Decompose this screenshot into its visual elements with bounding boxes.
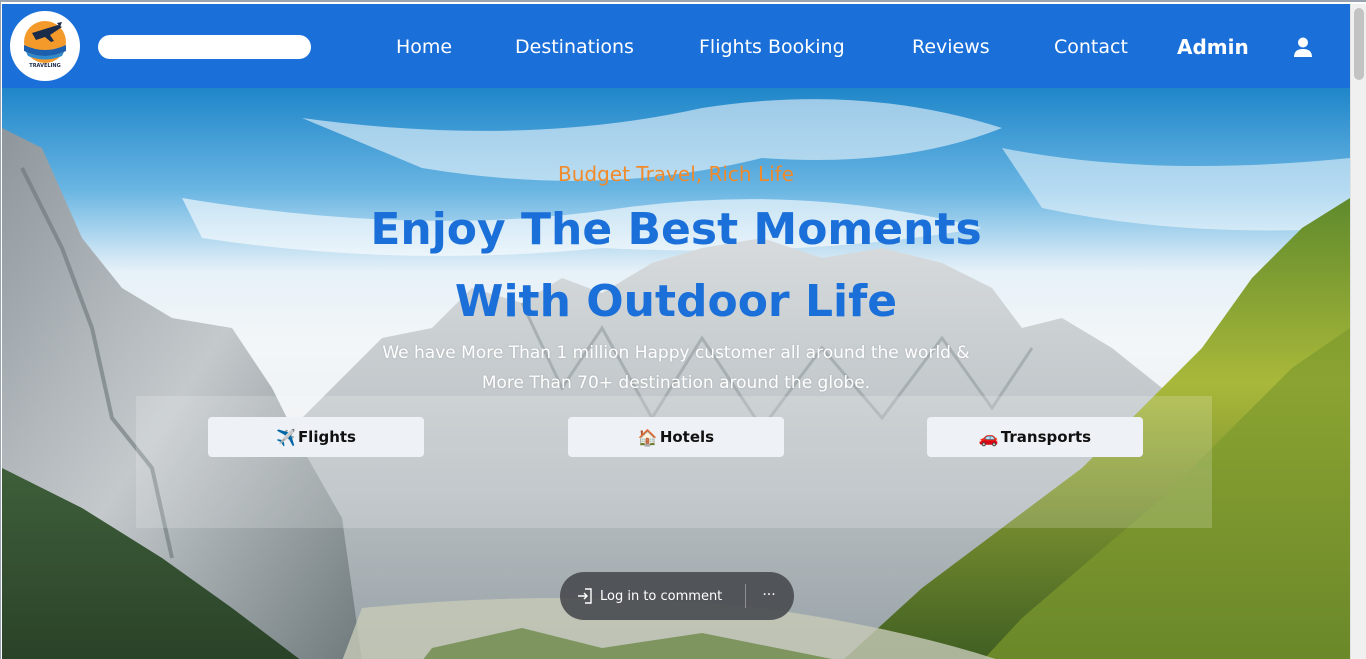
tab-flights-label: Flights (297, 428, 356, 446)
page-scrollbar[interactable] (1350, 4, 1366, 659)
nav-link-reviews[interactable]: Reviews (912, 35, 990, 59)
car-icon: 🚗 (978, 427, 999, 447)
tab-transports[interactable]: 🚗 Transports (927, 417, 1143, 457)
nav-link-contact[interactable]: Contact (1054, 35, 1128, 59)
tab-hotels-label: Hotels (659, 428, 715, 446)
sign-in-icon (578, 588, 592, 604)
hero-headline-line1: Enjoy The Best Moments (370, 204, 982, 255)
navbar: TRAVELING Home Destinations Flights Book… (2, 4, 1350, 88)
hero-headline-line2: With Outdoor Life (454, 276, 898, 327)
logo-graphic (24, 21, 66, 63)
login-to-comment-button[interactable]: Log in to comment (576, 584, 722, 608)
tab-transports-label: Transports (1000, 428, 1092, 446)
hero-section: Budget Travel, Rich Life Enjoy The Best … (2, 88, 1350, 659)
booking-panel (136, 396, 1212, 528)
nav-link-admin[interactable]: Admin (1177, 35, 1249, 59)
user-icon[interactable] (1292, 36, 1314, 58)
search-input[interactable] (98, 35, 311, 59)
house-icon: 🏠 (637, 427, 658, 447)
tab-flights[interactable]: ✈️ Flights (208, 417, 424, 457)
comment-bar: Log in to comment ··· (560, 572, 794, 620)
nav-link-home[interactable]: Home (396, 35, 452, 59)
brand-logo[interactable]: TRAVELING (10, 11, 80, 81)
logo-text: TRAVELING (29, 63, 61, 69)
hero-subtext-line2: More Than 70+ destination around the glo… (481, 373, 871, 393)
more-options-button[interactable]: ··· (756, 584, 782, 608)
tab-hotels[interactable]: 🏠 Hotels (568, 417, 784, 457)
login-to-comment-label: Log in to comment (600, 588, 723, 604)
browser-viewport: TRAVELING Home Destinations Flights Book… (0, 0, 1366, 659)
hero-subtext-line1: We have More Than 1 million Happy custom… (382, 343, 970, 363)
nav-link-flights-booking[interactable]: Flights Booking (699, 35, 845, 59)
hero-tagline: Budget Travel, Rich Life (558, 162, 794, 186)
comment-bar-divider (745, 584, 746, 608)
airplane-icon: ✈️ (276, 427, 296, 447)
scrollbar-thumb[interactable] (1354, 8, 1364, 80)
nav-link-destinations[interactable]: Destinations (515, 35, 634, 59)
